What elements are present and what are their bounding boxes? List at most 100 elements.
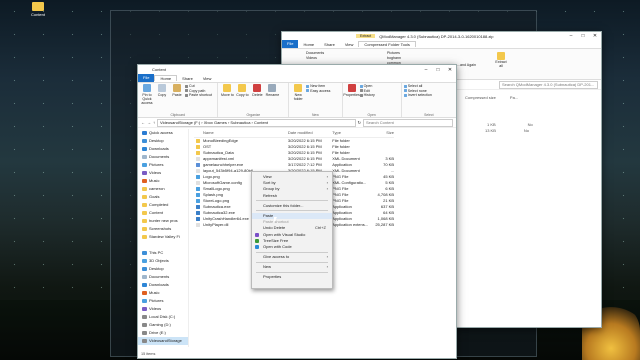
rename-button[interactable]: Rename: [265, 84, 279, 97]
maximize-icon[interactable]: □: [432, 67, 444, 73]
col-compressed-size[interactable]: Compressed size: [465, 95, 496, 100]
sidebar-item[interactable]: Content: [138, 209, 188, 217]
tab-view[interactable]: View: [198, 76, 217, 81]
sidebar-item[interactable]: Downloads: [138, 145, 188, 153]
file-icon: [196, 211, 200, 215]
sidebar-item[interactable]: VideosandStorage: [138, 337, 188, 345]
move-to-button[interactable]: Move to: [220, 84, 234, 97]
sidebar-item[interactable]: Pictures: [138, 161, 188, 169]
col-name[interactable]: Name: [194, 129, 288, 137]
sidebar-item-icon: [142, 211, 147, 215]
maximize-icon[interactable]: □: [577, 33, 589, 39]
copy-to-icon: [238, 84, 247, 92]
col-password[interactable]: Pa...: [510, 95, 518, 100]
pin-quick-access-button[interactable]: Pin to Quick access: [140, 84, 154, 105]
delete-button[interactable]: Delete: [250, 84, 264, 97]
easy-access-button[interactable]: Easy access: [306, 89, 330, 94]
sidebar-item[interactable]: Local Disk (C:): [138, 313, 188, 321]
sidebar-item[interactable]: Documents: [138, 273, 188, 281]
history-icon: [359, 93, 363, 97]
copy-to-button[interactable]: Copy to: [235, 84, 249, 97]
tab-file[interactable]: File: [282, 40, 299, 48]
sidebar-item[interactable]: Music: [138, 177, 188, 185]
minimize-icon[interactable]: –: [565, 33, 577, 39]
sidebar-item[interactable]: hunter new pros: [138, 217, 188, 225]
delete-icon: [253, 84, 262, 92]
sidebar-item[interactable]: Documents: [138, 153, 188, 161]
tab-home[interactable]: Home: [154, 75, 178, 81]
tab-share[interactable]: Share: [319, 42, 340, 47]
col-size[interactable]: Size: [371, 129, 394, 137]
sidebar-item[interactable]: Music: [138, 289, 188, 297]
paste-shortcut-button[interactable]: Paste shortcut: [185, 93, 212, 98]
sidebar-item[interactable]: Drive (E:): [138, 329, 188, 337]
sidebar-item-icon: [142, 339, 147, 343]
file-icon: [196, 205, 200, 209]
tab-view[interactable]: View: [340, 42, 359, 47]
extract-all-button[interactable]: Extract all: [494, 52, 508, 68]
zip-search-input[interactable]: Search QModManager 4.3.0 (Subnautica) DP…: [499, 80, 598, 89]
menu-properties[interactable]: Properties: [252, 274, 332, 280]
sidebar-item[interactable]: Completed: [138, 201, 188, 209]
paste-button[interactable]: Paste: [170, 84, 184, 105]
breadcrumb-item[interactable]: VideosandStorage (F:): [160, 120, 200, 125]
sidebar-item-icon: [142, 331, 147, 335]
sidebar-item-icon: [142, 195, 147, 199]
menu-open-code[interactable]: Open with Code: [252, 244, 332, 250]
menu-give-access[interactable]: Give access to ›: [252, 254, 332, 260]
sidebar-item[interactable]: Pictures: [138, 297, 188, 305]
tab-file[interactable]: File: [138, 74, 155, 82]
extract-context-tab[interactable]: Extract: [356, 34, 376, 38]
menu-label: TreeSize Free: [263, 237, 289, 243]
sidebar-item[interactable]: This PC: [138, 249, 188, 257]
back-arrow-icon[interactable]: ←: [141, 120, 145, 125]
sidebar-item[interactable]: Gaming (D:): [138, 321, 188, 329]
refresh-icon[interactable]: ↻: [358, 120, 361, 125]
tab-share[interactable]: Share: [177, 76, 198, 81]
navigation-pane[interactable]: Quick access Desktop Downloads Documents Pic…: [138, 129, 189, 347]
forward-arrow-icon[interactable]: →: [147, 120, 151, 125]
copy-button[interactable]: Copy: [155, 84, 169, 105]
sidebar-item-label: Screenshots: [149, 226, 172, 231]
tab-home[interactable]: Home: [298, 42, 319, 47]
breadcrumb[interactable]: VideosandStorage (F:) › Xbox Games › Sub…: [157, 118, 356, 127]
close-icon[interactable]: ✕: [589, 33, 601, 39]
sidebar-item[interactable]: Screenshots: [138, 225, 188, 233]
select-all-icon: [403, 84, 407, 88]
properties-button[interactable]: Properties: [343, 84, 360, 98]
treesize-icon: [255, 238, 259, 243]
menu-new[interactable]: New ›: [252, 264, 332, 270]
desktop-folder-content[interactable]: Content: [28, 2, 48, 17]
menu-refresh[interactable]: Refresh: [252, 193, 332, 199]
sidebar-item[interactable]: Quick access: [138, 129, 188, 137]
up-arrow-icon[interactable]: ↑: [153, 120, 155, 125]
mouse-cursor: [274, 217, 280, 223]
sidebar-item-icon: [142, 299, 147, 303]
history-button[interactable]: History: [359, 93, 375, 98]
col-date[interactable]: Date modified: [288, 129, 332, 137]
sidebar-item[interactable]: Desktop: [138, 137, 188, 145]
col-type[interactable]: Type: [332, 129, 371, 137]
breadcrumb-item[interactable]: Content: [254, 120, 268, 125]
new-folder-button[interactable]: New folder: [291, 84, 305, 101]
minimize-icon[interactable]: –: [420, 67, 432, 73]
sidebar-item[interactable]: Videos: [138, 305, 188, 313]
sidebar-item[interactable]: Goals: [138, 193, 188, 201]
breadcrumb-item[interactable]: Xbox Games: [204, 120, 227, 125]
zip-nav-videos[interactable]: Videos: [306, 56, 324, 61]
search-input[interactable]: Search Content: [363, 118, 453, 127]
menu-customize-folder[interactable]: Customize this folder...: [252, 203, 332, 209]
sidebar-item[interactable]: Stardew Valley Fi: [138, 233, 188, 241]
sidebar-item[interactable]: Videos: [138, 169, 188, 177]
sidebar-item[interactable]: 3D Objects: [138, 257, 188, 265]
sidebar-item[interactable]: Desktop: [138, 265, 188, 273]
context-menu[interactable]: View › Sort by › Group by › Refresh Customi…: [251, 171, 333, 289]
sidebar-item[interactable]: cameron: [138, 185, 188, 193]
close-icon[interactable]: ✕: [444, 67, 456, 73]
breadcrumb-item[interactable]: Subnautica: [230, 120, 250, 125]
file-name-text: UnityPlayer.dll: [203, 222, 229, 227]
invert-selection-button[interactable]: Invert selection: [403, 93, 432, 98]
sidebar-item[interactable]: Downloads: [138, 281, 188, 289]
sidebar-item-icon: [142, 179, 147, 183]
tab-compressed-folder-tools[interactable]: Compressed Folder Tools: [358, 41, 416, 47]
